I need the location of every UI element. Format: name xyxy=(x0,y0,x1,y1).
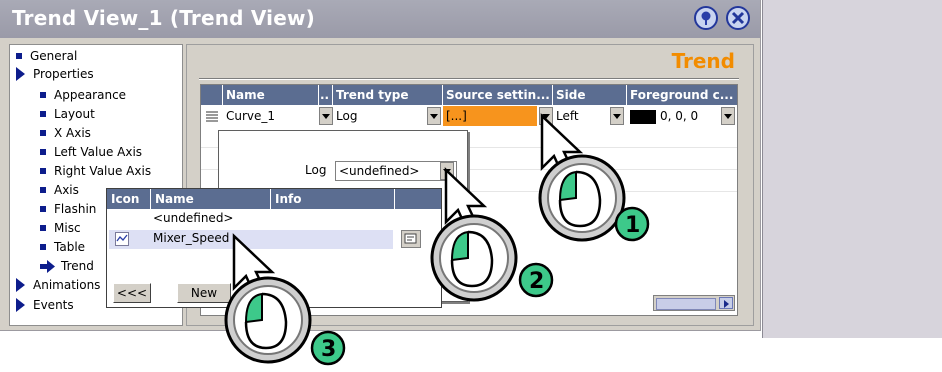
tree-item-label: Animations xyxy=(33,278,101,292)
bullet-icon xyxy=(40,149,46,155)
expand-triangle-icon xyxy=(16,67,25,81)
tree-item-label: Flashin xyxy=(54,202,97,216)
tree-item-x-axis[interactable]: X Axis xyxy=(40,126,91,140)
tree-item-trend[interactable]: Trend xyxy=(40,259,94,273)
tree-item-label: Trend xyxy=(61,259,94,273)
tree-item-label: Layout xyxy=(54,107,95,121)
tree-item-label: General xyxy=(30,49,78,63)
column-header-name[interactable]: Name xyxy=(223,85,319,105)
tree-item-animations[interactable]: Animations xyxy=(16,278,100,292)
bullet-icon xyxy=(40,111,46,117)
right-panel xyxy=(762,0,942,338)
tree-item-right-value-axis[interactable]: Right Value Axis xyxy=(40,164,151,178)
log-icon xyxy=(115,232,129,249)
curve-name-cell[interactable]: Curve_1 xyxy=(223,106,319,126)
tree-item-label: Properties xyxy=(33,67,94,81)
title-bar[interactable]: Trend View_1 (Trend View) xyxy=(0,0,760,38)
step-1-number: 1 xyxy=(625,213,640,238)
row-selector[interactable] xyxy=(201,106,223,126)
log-label: Log xyxy=(305,163,327,177)
column-header-side[interactable]: Side xyxy=(553,85,627,105)
tree-item-label: Table xyxy=(54,240,86,254)
column-header-source-settings[interactable]: Source settin... xyxy=(443,85,553,105)
tree-item-label: Left Value Axis xyxy=(54,145,143,159)
trend-type-combo[interactable]: Log xyxy=(333,106,443,126)
tree-item-properties[interactable]: Properties xyxy=(16,67,94,81)
tree-item-table[interactable]: Table xyxy=(40,240,85,254)
column-header-name: Name xyxy=(151,189,271,209)
column-header-dots[interactable]: .. xyxy=(319,85,333,105)
row-lines-icon xyxy=(206,111,218,122)
tree-item-label: Right Value Axis xyxy=(54,164,152,178)
back-button[interactable]: <<< xyxy=(113,283,151,303)
column-header-icon: Icon xyxy=(107,189,151,209)
tree-item-flashing[interactable]: Flashin xyxy=(40,202,96,216)
bullet-icon xyxy=(40,168,46,174)
chevron-down-icon[interactable] xyxy=(721,107,735,125)
help-pin-icon[interactable] xyxy=(694,6,718,30)
column-header-info: Info xyxy=(271,189,395,209)
scroll-thumb[interactable] xyxy=(656,298,716,310)
horizontal-scrollbar[interactable] xyxy=(653,295,735,311)
tree-item-events[interactable]: Events xyxy=(16,298,74,312)
step-3-number: 3 xyxy=(321,337,336,362)
list-item-name[interactable]: <undefined> xyxy=(153,211,233,225)
log-combo-value: <undefined> xyxy=(339,164,420,178)
name-dropdown-cell[interactable] xyxy=(319,106,333,126)
section-title: Trend xyxy=(671,49,735,73)
bullet-icon xyxy=(40,206,46,212)
selected-arrow-icon xyxy=(40,259,55,273)
tree-item-appearance[interactable]: Appearance xyxy=(40,88,126,102)
trend-type-value: Log xyxy=(336,109,358,123)
tree-item-left-value-axis[interactable]: Left Value Axis xyxy=(40,145,142,159)
window-title: Trend View_1 (Trend View) xyxy=(12,6,315,30)
bullet-icon xyxy=(40,92,46,98)
step-2-mouse-annotation: 2 xyxy=(430,167,554,302)
step-3-mouse-annotation: 3 xyxy=(224,233,346,366)
tree-item-label: Events xyxy=(33,298,74,312)
divider xyxy=(199,78,739,80)
bullet-icon xyxy=(40,187,46,193)
bullet-icon xyxy=(16,53,22,59)
tree-item-general[interactable]: General xyxy=(16,49,77,63)
tree-item-label: Misc xyxy=(54,221,81,235)
bullet-icon xyxy=(40,225,46,231)
column-header-trend-type[interactable]: Trend type xyxy=(333,85,443,105)
close-icon[interactable] xyxy=(726,6,750,30)
chevron-down-icon[interactable] xyxy=(319,107,333,125)
row-header-corner xyxy=(201,85,223,105)
column-header-foreground[interactable]: Foreground c... xyxy=(627,85,737,105)
step-2-number: 2 xyxy=(529,269,544,294)
scroll-right-icon[interactable] xyxy=(719,297,733,309)
tree-item-misc[interactable]: Misc xyxy=(40,221,81,235)
bullet-icon xyxy=(40,244,46,250)
expand-triangle-icon xyxy=(16,298,25,312)
tree-item-label: Axis xyxy=(54,183,79,197)
tree-item-axis[interactable]: Axis xyxy=(40,183,79,197)
tree-item-label: X Axis xyxy=(54,126,91,140)
tree-item-label: Appearance xyxy=(54,88,127,102)
bullet-icon xyxy=(40,130,46,136)
chevron-down-icon[interactable] xyxy=(427,107,441,125)
expand-triangle-icon xyxy=(16,278,25,292)
tree-item-layout[interactable]: Layout xyxy=(40,107,95,121)
